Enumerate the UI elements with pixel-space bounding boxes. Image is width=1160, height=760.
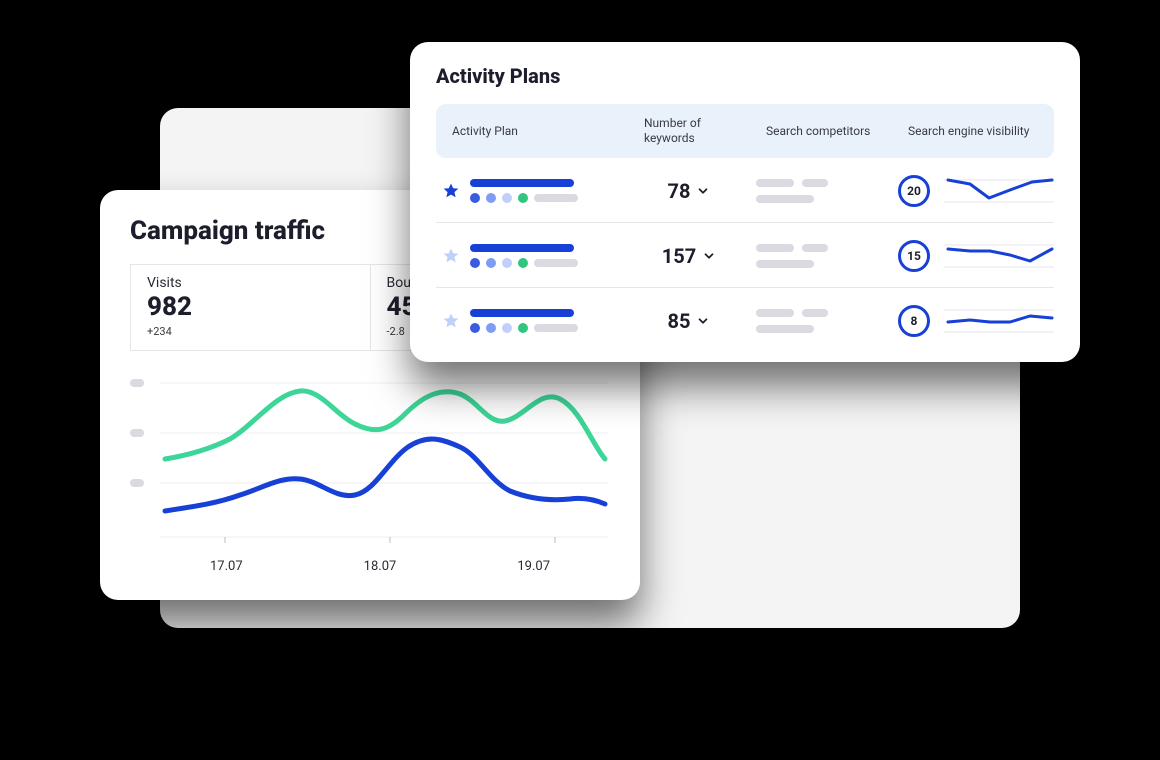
plan-name-placeholder: [470, 244, 578, 268]
activity-plans-card: Activity Plans Activity Plan Number of k…: [410, 42, 1080, 362]
activity-plans-title: Activity Plans: [436, 64, 1054, 88]
chevron-down-icon: [702, 249, 716, 263]
keywords-cell[interactable]: 78: [634, 179, 744, 203]
keywords-value: 85: [668, 309, 691, 333]
plan-name-placeholder: [470, 309, 578, 333]
metric-visits[interactable]: Visits 982 +234: [131, 265, 370, 350]
competitors-placeholder: [756, 309, 886, 333]
visibility-score: 8: [898, 305, 930, 337]
x-tick-1: 18.07: [364, 559, 397, 574]
keywords-value: 157: [662, 244, 696, 268]
plan-name-placeholder: [470, 179, 578, 203]
star-icon[interactable]: [442, 312, 460, 330]
col-keywords: Number of keywords: [644, 116, 754, 146]
metric-visits-value: 982: [147, 293, 354, 323]
metric-visits-delta: +234: [147, 325, 354, 338]
col-visibility: Search engine visibility: [908, 124, 1038, 139]
star-icon[interactable]: [442, 247, 460, 265]
campaign-traffic-chart: 17.07 18.07 19.07: [130, 369, 610, 574]
competitors-placeholder: [756, 244, 886, 268]
visibility-cell: 8: [898, 304, 1054, 338]
plan-row[interactable]: 85 8: [436, 288, 1054, 352]
keywords-cell[interactable]: 85: [634, 309, 744, 333]
visibility-cell: 20: [898, 174, 1054, 208]
visibility-sparkline: [944, 304, 1054, 338]
chevron-down-icon: [696, 314, 710, 328]
plan-row[interactable]: 78 20: [436, 158, 1054, 223]
metric-visits-label: Visits: [147, 275, 354, 291]
star-icon[interactable]: [442, 182, 460, 200]
keywords-cell[interactable]: 157: [634, 244, 744, 268]
col-competitors: Search competitors: [766, 124, 896, 139]
x-tick-2: 19.07: [517, 559, 550, 574]
x-tick-0: 17.07: [210, 559, 243, 574]
visibility-score: 20: [898, 175, 930, 207]
chevron-down-icon: [696, 184, 710, 198]
plan-row[interactable]: 157 15: [436, 223, 1054, 288]
visibility-cell: 15: [898, 239, 1054, 273]
keywords-value: 78: [668, 179, 691, 203]
visibility-sparkline: [944, 239, 1054, 273]
visibility-sparkline: [944, 174, 1054, 208]
col-plan: Activity Plan: [452, 124, 632, 139]
activity-plans-header: Activity Plan Number of keywords Search …: [436, 104, 1054, 158]
visibility-score: 15: [898, 240, 930, 272]
competitors-placeholder: [756, 179, 886, 203]
